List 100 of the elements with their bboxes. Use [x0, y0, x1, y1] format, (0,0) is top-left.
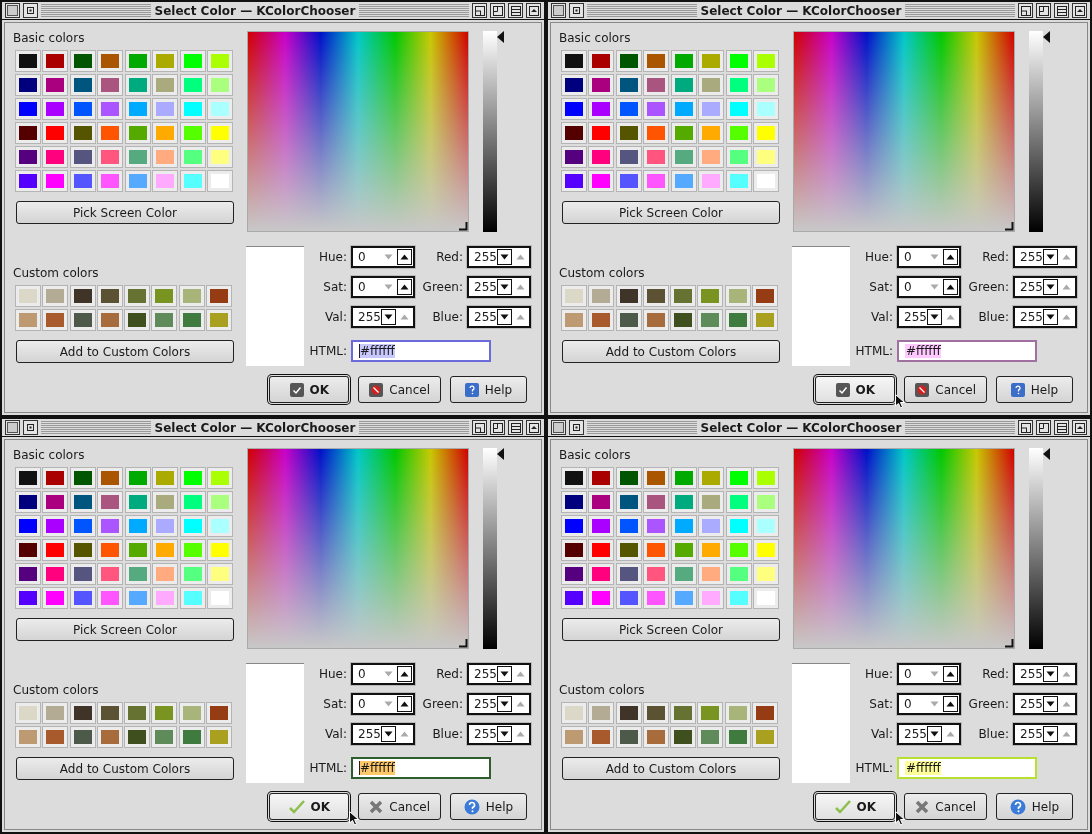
- help-button[interactable]: Help: [450, 793, 527, 820]
- decrement-button[interactable]: [381, 726, 396, 742]
- color-swatch[interactable]: [562, 516, 586, 536]
- value-slider[interactable]: [483, 448, 505, 649]
- color-swatch[interactable]: [616, 171, 641, 191]
- color-swatch[interactable]: [671, 51, 696, 71]
- color-swatch[interactable]: [125, 310, 150, 330]
- color-swatch[interactable]: [616, 588, 641, 608]
- slider-handle[interactable]: [1043, 31, 1050, 43]
- decrement-button[interactable]: [381, 309, 396, 325]
- color-swatch[interactable]: [16, 171, 40, 191]
- color-swatch[interactable]: [153, 516, 178, 536]
- color-swatch[interactable]: [726, 123, 751, 143]
- color-swatch[interactable]: [644, 468, 669, 488]
- color-swatch[interactable]: [589, 468, 614, 488]
- color-swatch[interactable]: [671, 123, 696, 143]
- color-swatch[interactable]: [98, 588, 123, 608]
- window-button[interactable]: [1072, 420, 1087, 435]
- color-swatch[interactable]: [16, 468, 40, 488]
- color-swatch[interactable]: [98, 492, 123, 512]
- color-swatch[interactable]: [562, 727, 586, 747]
- color-swatch[interactable]: [207, 540, 232, 560]
- window-button[interactable]: [1054, 3, 1069, 18]
- color-swatch[interactable]: [752, 727, 777, 747]
- color-swatch[interactable]: [43, 727, 68, 747]
- hue-saturation-picker[interactable]: [793, 448, 1015, 649]
- add-to-custom-colors-button[interactable]: Add to Custom Colors: [16, 757, 234, 780]
- window-button[interactable]: [1018, 420, 1033, 435]
- color-swatch[interactable]: [125, 171, 150, 191]
- decrement-button[interactable]: [927, 309, 942, 325]
- color-swatch[interactable]: [16, 588, 40, 608]
- color-swatch[interactable]: [725, 310, 750, 330]
- sticky-button[interactable]: [23, 3, 38, 18]
- color-swatch[interactable]: [644, 516, 669, 536]
- color-swatch[interactable]: [671, 310, 696, 330]
- hue-saturation-picker[interactable]: [793, 31, 1015, 232]
- color-swatch[interactable]: [180, 468, 205, 488]
- spin-box[interactable]: 255: [351, 306, 415, 328]
- color-swatch[interactable]: [644, 171, 669, 191]
- color-swatch[interactable]: [153, 540, 178, 560]
- color-swatch[interactable]: [753, 492, 778, 512]
- color-swatch[interactable]: [43, 492, 68, 512]
- color-swatch[interactable]: [671, 75, 696, 95]
- spin-box[interactable]: 255: [1013, 723, 1077, 745]
- pick-screen-color-button[interactable]: Pick Screen Color: [16, 618, 234, 641]
- color-swatch[interactable]: [16, 492, 40, 512]
- decrement-button[interactable]: [1043, 279, 1058, 295]
- color-swatch[interactable]: [153, 51, 178, 71]
- color-swatch[interactable]: [644, 51, 669, 71]
- color-swatch[interactable]: [153, 147, 178, 167]
- color-swatch[interactable]: [70, 564, 95, 584]
- color-swatch[interactable]: [125, 516, 150, 536]
- color-swatch[interactable]: [43, 703, 68, 723]
- spin-box[interactable]: 255: [897, 723, 961, 745]
- window-button[interactable]: [472, 420, 487, 435]
- color-swatch[interactable]: [153, 588, 178, 608]
- html-field[interactable]: #ffffff: [897, 340, 1037, 362]
- color-swatch[interactable]: [699, 564, 724, 584]
- color-swatch[interactable]: [589, 588, 614, 608]
- color-swatch[interactable]: [616, 286, 641, 306]
- color-swatch[interactable]: [616, 99, 641, 119]
- spin-box[interactable]: 0: [897, 276, 961, 298]
- color-swatch[interactable]: [589, 540, 614, 560]
- slider-handle[interactable]: [497, 448, 504, 460]
- color-swatch[interactable]: [726, 564, 751, 584]
- color-swatch[interactable]: [16, 703, 40, 723]
- color-swatch[interactable]: [616, 51, 641, 71]
- color-swatch[interactable]: [644, 99, 669, 119]
- decrement-button[interactable]: [497, 279, 512, 295]
- increment-button[interactable]: [397, 249, 412, 265]
- color-swatch[interactable]: [671, 286, 696, 306]
- color-swatch[interactable]: [725, 286, 750, 306]
- html-field[interactable]: #ffffff: [351, 757, 491, 779]
- sticky-button[interactable]: [569, 420, 584, 435]
- window-menu-button[interactable]: [551, 420, 566, 435]
- decrement-button[interactable]: [497, 249, 512, 265]
- decrement-button[interactable]: [1043, 696, 1058, 712]
- color-swatch[interactable]: [16, 727, 40, 747]
- color-swatch[interactable]: [699, 516, 724, 536]
- color-swatch[interactable]: [98, 468, 123, 488]
- color-swatch[interactable]: [70, 99, 95, 119]
- color-swatch[interactable]: [97, 286, 122, 306]
- color-swatch[interactable]: [726, 99, 751, 119]
- color-swatch[interactable]: [70, 310, 95, 330]
- color-swatch[interactable]: [70, 468, 95, 488]
- window-menu-button[interactable]: [5, 3, 20, 18]
- color-swatch[interactable]: [616, 727, 641, 747]
- color-swatch[interactable]: [16, 540, 40, 560]
- spin-box[interactable]: 255: [1013, 663, 1077, 685]
- color-swatch[interactable]: [589, 75, 614, 95]
- spin-box[interactable]: 0: [897, 246, 961, 268]
- color-swatch[interactable]: [726, 51, 751, 71]
- color-swatch[interactable]: [753, 123, 778, 143]
- color-swatch[interactable]: [180, 540, 205, 560]
- decrement-button[interactable]: [1043, 666, 1058, 682]
- value-slider[interactable]: [1029, 31, 1051, 232]
- color-swatch[interactable]: [671, 171, 696, 191]
- color-swatch[interactable]: [179, 310, 204, 330]
- color-swatch[interactable]: [725, 727, 750, 747]
- color-swatch[interactable]: [562, 468, 586, 488]
